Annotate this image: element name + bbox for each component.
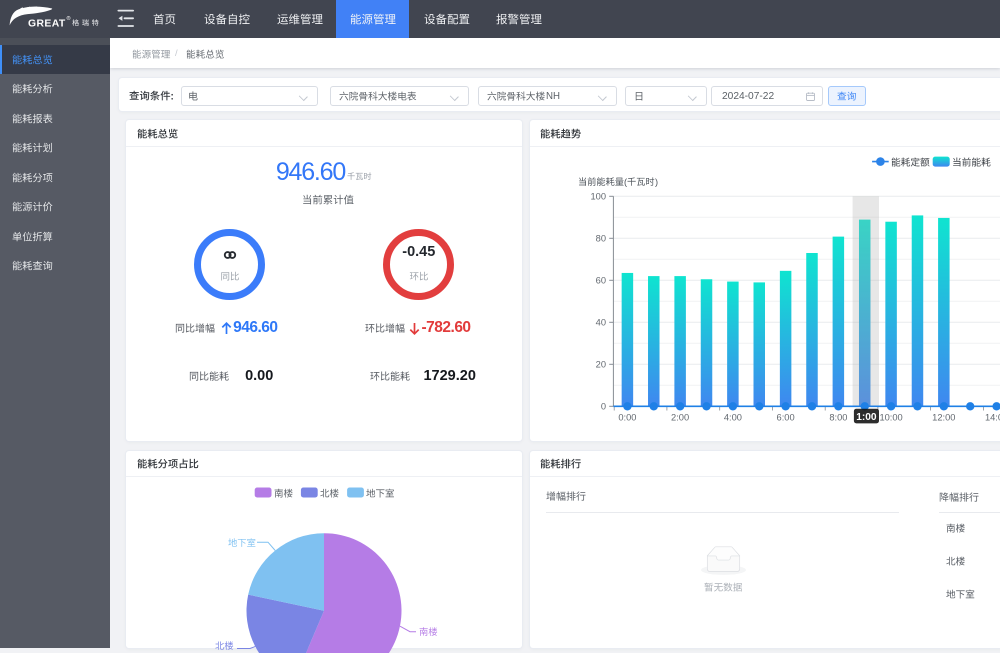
svg-text:0: 0 <box>600 402 605 412</box>
svg-text:12:00: 12:00 <box>932 413 955 423</box>
svg-text:80: 80 <box>595 234 605 244</box>
svg-text:20: 20 <box>595 360 605 370</box>
svg-text:14:00: 14:00 <box>985 413 1000 423</box>
svg-text:8:00: 8:00 <box>829 413 847 423</box>
svg-text:10:00: 10:00 <box>879 413 902 423</box>
svg-text:6:00: 6:00 <box>776 413 794 423</box>
svg-text:0:00: 0:00 <box>618 413 636 423</box>
svg-text:2:00: 2:00 <box>671 413 689 423</box>
svg-text:60: 60 <box>595 276 605 286</box>
svg-text:40: 40 <box>595 318 605 328</box>
svg-text:1:00: 1:00 <box>856 412 877 423</box>
svg-text:4:00: 4:00 <box>723 413 741 423</box>
svg-text:®: ® <box>67 15 71 22</box>
svg-text:GREAT: GREAT <box>28 19 66 30</box>
svg-text:100: 100 <box>590 192 606 202</box>
